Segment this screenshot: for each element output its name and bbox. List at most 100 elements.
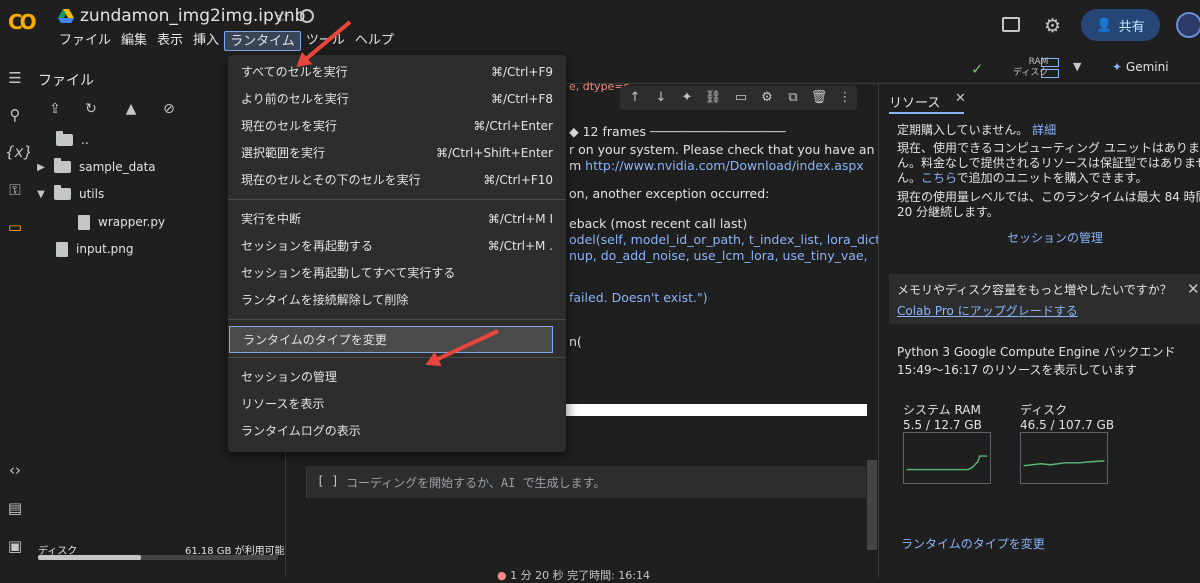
- menu-item-run-selection[interactable]: 選択範囲を実行 ⌘/Ctrl+Shift+Enter: [228, 139, 566, 166]
- sparkle-icon[interactable]: ✦: [678, 89, 696, 107]
- compute-units-text: ん。こちらで追加のユニットを購入できます。: [897, 171, 1148, 185]
- disk-usage-bar: [38, 555, 278, 560]
- folder-icon[interactable]: ▭: [5, 217, 25, 237]
- top-bar: CO zundamon_img2img.ipynb ☆ ファイル 編集 表示 挿…: [0, 0, 1200, 56]
- more-icon[interactable]: ⋮: [836, 89, 854, 107]
- tree-item-parent[interactable]: ..: [56, 129, 89, 151]
- menu-item-restart[interactable]: セッションを再起動する ⌘/Ctrl+M .: [228, 232, 566, 259]
- delete-icon[interactable]: 🗑: [810, 89, 828, 107]
- details-link[interactable]: 詳細: [1032, 123, 1056, 137]
- gear-icon[interactable]: ⚙: [758, 89, 776, 107]
- refresh-icon[interactable]: ↻: [82, 100, 100, 118]
- link-icon[interactable]: ⛓: [704, 89, 722, 107]
- menu-item-view-logs[interactable]: ランタイムログの表示: [228, 417, 566, 444]
- file-icon: [56, 241, 68, 257]
- menu-insert[interactable]: 挿入: [188, 31, 224, 51]
- mount-drive-icon[interactable]: ▲: [122, 100, 140, 118]
- output-progress-bar: [537, 404, 867, 416]
- change-runtime-type-link[interactable]: ランタイムのタイプを変更: [901, 535, 1045, 552]
- menu-item-run-current[interactable]: 現在のセルを実行 ⌘/Ctrl+Enter: [228, 112, 566, 139]
- ram-title: システム RAM: [903, 403, 981, 417]
- avatar[interactable]: [1176, 12, 1200, 38]
- upload-icon[interactable]: ⇪: [46, 100, 64, 118]
- time-range-label: 15:49〜16:17 のリソースを表示しています: [897, 363, 1138, 377]
- nvidia-link[interactable]: http://www.nvidia.com/Download/index.asp…: [585, 158, 864, 173]
- gemini-button[interactable]: ✦ Gemini: [1112, 60, 1169, 74]
- menu-help[interactable]: ヘルプ: [350, 31, 399, 51]
- key-icon[interactable]: ⚿: [5, 180, 25, 200]
- menu-view[interactable]: 表示: [152, 31, 188, 51]
- disk-usage-graph: [1020, 432, 1108, 484]
- ram-value: 5.5 / 12.7 GB: [903, 418, 982, 432]
- comment-icon[interactable]: ▭: [732, 89, 750, 107]
- tree-item-input-png[interactable]: input.png: [56, 238, 134, 260]
- folder-icon: [56, 131, 73, 146]
- history-icon[interactable]: [300, 9, 314, 23]
- menu-item-disconnect[interactable]: ランタイムを接続解除して削除: [228, 286, 566, 313]
- menu-item-restart-run-all[interactable]: セッションを再起動してすべて実行する: [228, 259, 566, 286]
- code-icon[interactable]: ‹›: [5, 460, 25, 480]
- runtime-menu: すべてのセルを実行 ⌘/Ctrl+F9 より前のセルを実行 ⌘/Ctrl+F8 現在…: [228, 55, 566, 452]
- file-icon: [78, 214, 90, 230]
- cell-placeholder: コーディングを開始するか、AI で生成します。: [346, 476, 606, 490]
- menu-item-run-all[interactable]: すべてのセルを実行 ⌘/Ctrl+F9: [228, 58, 566, 85]
- star-icon[interactable]: ☆: [276, 7, 290, 26]
- menu-item-run-after[interactable]: 現在のセルとその下のセルを実行 ⌘/Ctrl+F10: [228, 166, 566, 193]
- disk-usage-fill: [38, 555, 142, 560]
- close-icon[interactable]: ✕: [955, 91, 966, 106]
- chevron-right-icon[interactable]: ▶: [36, 162, 46, 173]
- share-button[interactable]: 👤 共有: [1081, 9, 1160, 41]
- files-title: ファイル: [38, 73, 94, 89]
- manage-sessions-link[interactable]: セッションの管理: [1007, 229, 1103, 246]
- menu-divider: [228, 199, 566, 200]
- main-scrollbar[interactable]: [867, 460, 877, 550]
- tree-item-utils[interactable]: ▼ utils: [36, 183, 104, 205]
- move-up-icon[interactable]: ↑: [626, 89, 644, 107]
- chevron-down-icon[interactable]: ▼: [1073, 60, 1081, 73]
- share-label: 共有: [1118, 19, 1145, 35]
- menu-runtime[interactable]: ランタイム: [224, 31, 301, 51]
- purchase-link[interactable]: こちら: [921, 171, 957, 185]
- search-icon[interactable]: ⚲: [5, 105, 25, 125]
- terminal-icon[interactable]: ▣: [5, 536, 25, 556]
- run-cell-button[interactable]: [ ]: [317, 474, 339, 488]
- upgrade-box: メモリやディスク容量をもっと増やしたいですか？ Colab Pro にアップグレ…: [889, 274, 1200, 324]
- tree-item-wrapper-py[interactable]: wrapper.py: [78, 211, 165, 233]
- menu-item-run-before[interactable]: より前のセルを実行 ⌘/Ctrl+F8: [228, 85, 566, 112]
- subscription-status: 定期購入していません。 詳細: [897, 123, 1057, 137]
- toc-icon[interactable]: ☰: [5, 68, 25, 88]
- mirror-cell-icon[interactable]: ⧉: [784, 89, 802, 107]
- ram-usage-graph: [903, 432, 991, 484]
- comment-icon[interactable]: [1002, 17, 1020, 32]
- move-down-icon[interactable]: ↓: [652, 89, 670, 107]
- menu-item-change-runtime-type[interactable]: ランタイムのタイプを変更: [229, 326, 553, 353]
- notebook-title[interactable]: zundamon_img2img.ipynb: [80, 6, 305, 26]
- tree-item-sample-data[interactable]: ▶ sample_data: [36, 156, 156, 178]
- chevron-down-icon[interactable]: ▼: [36, 189, 46, 200]
- folder-icon: [54, 185, 71, 200]
- upgrade-link[interactable]: Colab Pro にアップグレードする: [897, 303, 1078, 319]
- variables-icon[interactable]: {x}: [5, 142, 33, 162]
- ram-mini-bar: [1041, 58, 1059, 67]
- snippets-icon[interactable]: ▤: [5, 498, 25, 518]
- menu-item-interrupt[interactable]: 実行を中断 ⌘/Ctrl+M I: [228, 205, 566, 232]
- compute-units-text: ん。料金なしで提供されるリソースは保証型ではありませ: [897, 156, 1200, 170]
- empty-code-cell[interactable]: [ ] コーディングを開始するか、AI で生成します。: [306, 466, 866, 498]
- resources-tab[interactable]: リソース: [889, 92, 940, 111]
- menu-file[interactable]: ファイル: [54, 31, 116, 51]
- resources-panel: リソース ✕ 定期購入していません。 詳細 現在、使用できるコンピューティング …: [878, 84, 1200, 577]
- colab-logo[interactable]: CO: [8, 10, 44, 38]
- gear-icon[interactable]: ⚙: [1044, 15, 1061, 37]
- status-text: ● 1 分 20 秒 完了時間: 16:14: [497, 569, 650, 582]
- hide-icon[interactable]: ⊘: [160, 100, 178, 118]
- frames-line: ◆ 12 frames ──────────────────: [569, 124, 786, 139]
- people-icon: 👤: [1096, 17, 1113, 33]
- menu-edit[interactable]: 編集: [116, 31, 152, 51]
- connected-check-icon: ✓: [971, 60, 984, 78]
- menu-item-manage-sessions[interactable]: セッションの管理: [228, 363, 566, 390]
- close-icon[interactable]: ✕: [1187, 281, 1200, 297]
- menu-divider: [228, 357, 566, 358]
- menu-item-view-resources[interactable]: リソースを表示: [228, 390, 566, 417]
- expand-icon[interactable]: ◆: [569, 124, 579, 139]
- folder-icon: [54, 158, 71, 173]
